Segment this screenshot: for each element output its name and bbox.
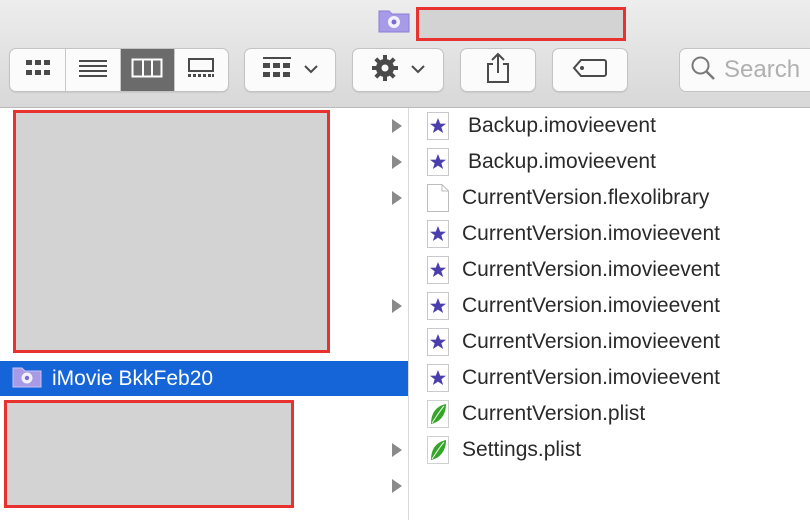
column-view-button[interactable] xyxy=(119,49,174,91)
file-name: Backup.imovieevent xyxy=(468,150,656,173)
group-by-icon xyxy=(262,56,292,85)
group-by-button[interactable] xyxy=(244,48,336,92)
file-name: CurrentVersion.imovieevent xyxy=(462,330,720,353)
list-item[interactable]: CurrentVersion.imovieevent xyxy=(426,216,720,252)
chevron-right-icon xyxy=(390,478,404,494)
action-button[interactable] xyxy=(352,48,444,92)
chevron-right-icon xyxy=(390,154,404,170)
list-view-icon xyxy=(78,57,108,84)
list-item[interactable]: CurrentVersion.imovieevent xyxy=(426,288,720,324)
chevron-right-icon xyxy=(390,298,404,314)
imovie-event-star-icon xyxy=(426,328,450,356)
plist-leaf-icon xyxy=(426,400,450,428)
file-name: CurrentVersion.plist xyxy=(462,402,646,425)
gallery-view-button[interactable] xyxy=(173,49,229,91)
file-name: Settings.plist xyxy=(462,438,582,461)
list-item[interactable]: Backup.imovieevent xyxy=(426,108,656,144)
redacted-window-title xyxy=(416,7,626,41)
imovie-event-star-icon xyxy=(426,112,450,140)
tag-button[interactable] xyxy=(552,48,628,92)
redacted-folder-list xyxy=(13,110,330,353)
blank-document-icon xyxy=(426,184,450,212)
list-item[interactable]: CurrentVersion.imovieevent xyxy=(426,324,720,360)
redacted-folder-list xyxy=(4,400,294,508)
search-field[interactable]: Search xyxy=(679,48,810,92)
toolbar: Search xyxy=(0,0,810,108)
imovie-library-folder-icon xyxy=(12,364,42,393)
column-view-icon xyxy=(131,57,163,84)
file-name: Backup.imovieevent xyxy=(468,114,656,137)
chevron-right-icon xyxy=(390,118,404,134)
file-name: CurrentVersion.imovieevent xyxy=(462,222,720,245)
search-icon xyxy=(690,55,716,86)
file-name: CurrentVersion.imovieevent xyxy=(462,366,720,389)
imovie-event-star-icon xyxy=(426,220,450,248)
list-view-button[interactable] xyxy=(65,49,120,91)
imovie-event-star-icon xyxy=(426,148,450,176)
icon-view-icon xyxy=(24,57,52,84)
list-item[interactable]: CurrentVersion.flexolibrary xyxy=(426,180,709,216)
share-button[interactable] xyxy=(460,48,536,92)
chevron-right-icon xyxy=(390,190,404,206)
icon-view-button[interactable] xyxy=(10,49,65,91)
list-item[interactable]: CurrentVersion.plist xyxy=(426,396,645,432)
list-item[interactable]: CurrentVersion.imovieevent xyxy=(426,360,720,396)
share-icon xyxy=(485,52,511,89)
file-name: CurrentVersion.imovieevent xyxy=(462,258,720,281)
imovie-library-folder-icon xyxy=(378,7,410,33)
chevron-down-icon xyxy=(411,61,425,79)
imovie-event-star-icon xyxy=(426,256,450,284)
chevron-down-icon xyxy=(304,61,318,79)
imovie-event-star-icon xyxy=(426,292,450,320)
list-item[interactable]: Settings.plist xyxy=(426,432,581,468)
gallery-view-icon xyxy=(186,57,216,84)
file-name: CurrentVersion.imovieevent xyxy=(462,294,720,317)
view-mode-control[interactable] xyxy=(9,48,229,92)
tag-icon xyxy=(572,58,608,83)
file-name: CurrentVersion.flexolibrary xyxy=(462,186,710,209)
list-item[interactable]: CurrentVersion.imovieevent xyxy=(426,252,720,288)
chevron-right-icon xyxy=(390,442,404,458)
search-placeholder[interactable]: Search xyxy=(724,56,800,84)
sidebar-item-imovie-library[interactable]: iMovie BkkFeb20 xyxy=(0,361,408,396)
list-item[interactable]: Backup.imovieevent xyxy=(426,144,656,180)
gear-icon xyxy=(371,54,399,87)
plist-leaf-icon xyxy=(426,436,450,464)
imovie-event-star-icon xyxy=(426,364,450,392)
sidebar-item-label: iMovie BkkFeb20 xyxy=(52,366,214,390)
